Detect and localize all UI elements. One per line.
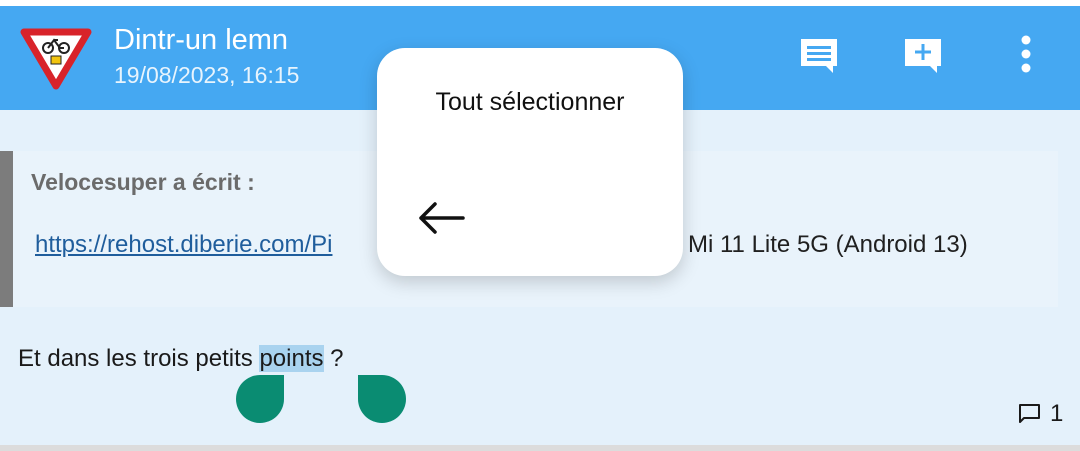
- more-options-button[interactable]: [1004, 32, 1048, 76]
- text-selection-menu: Tout sélectionner: [377, 48, 683, 276]
- reply-count: 1: [1050, 400, 1064, 427]
- back-button[interactable]: [415, 198, 467, 238]
- post-text-after: ?: [323, 345, 344, 372]
- quote-link[interactable]: https://rehost.diberie.com/Pi: [35, 231, 332, 259]
- chat-button[interactable]: [797, 34, 841, 78]
- arrow-back-icon: [419, 202, 465, 234]
- quote-bar: [0, 151, 13, 307]
- quote-author: Velocesuper a écrit :: [31, 169, 255, 195]
- quote-device-text: i Mi 11 Lite 5G (Android 13): [676, 231, 968, 258]
- post-text[interactable]: Et dans les trois petits points ?: [18, 345, 344, 373]
- bottom-divider: [0, 445, 1080, 451]
- more-vert-icon: [1021, 35, 1031, 73]
- select-all-menu-item[interactable]: Tout sélectionner: [377, 88, 683, 117]
- new-message-icon: [905, 39, 941, 73]
- chat-icon: [801, 39, 837, 73]
- comment-icon: [1019, 404, 1040, 423]
- selection-handle-start[interactable]: [236, 375, 284, 423]
- topic-title: Dintr-un lemn: [114, 24, 289, 56]
- new-message-button[interactable]: [901, 34, 945, 78]
- bicycle-warning-sign-icon: [20, 26, 92, 90]
- reply-count-button[interactable]: 1: [1018, 400, 1063, 428]
- selection-handle-end[interactable]: [358, 375, 406, 423]
- post-text-before: Et dans les trois petits: [18, 345, 260, 372]
- topic-date: 19/08/2023, 16:15: [114, 62, 300, 88]
- selected-text[interactable]: points: [259, 345, 324, 372]
